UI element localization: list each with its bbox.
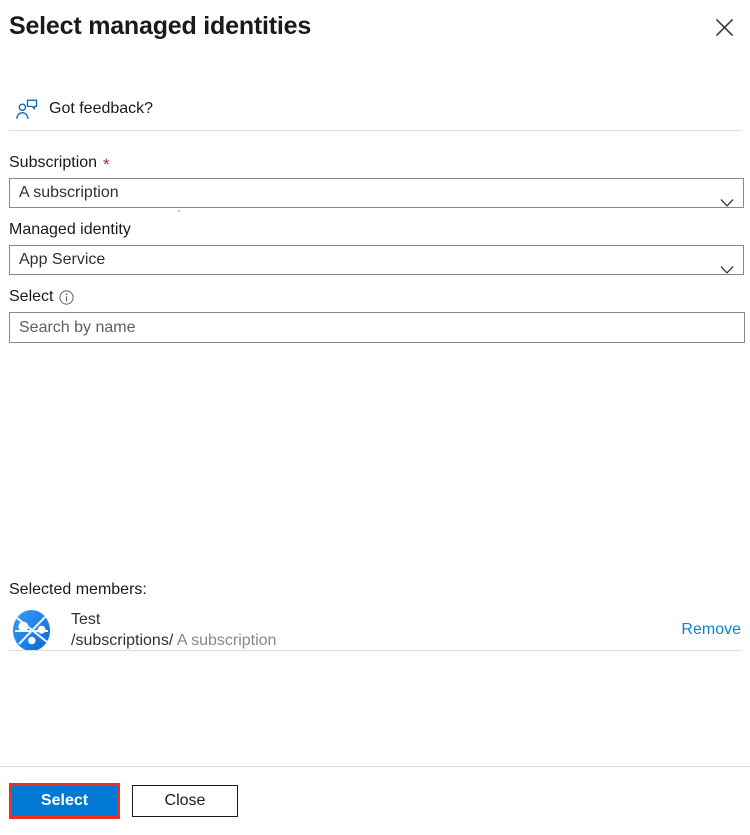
app-service-icon <box>9 608 54 653</box>
search-input[interactable] <box>9 312 745 343</box>
feedback-label: Got feedback? <box>49 100 154 117</box>
managed-identity-field-group: Managed identity App Service <box>0 219 750 275</box>
selected-members-heading: Selected members: <box>9 581 147 598</box>
select-field-group: Select <box>0 286 750 343</box>
header-divider <box>9 130 742 131</box>
page-title: Select managed identities <box>9 12 312 40</box>
chevron-down-icon <box>720 189 734 207</box>
select-button[interactable]: Select <box>12 786 117 816</box>
member-scope: /subscriptions/ A subscription <box>71 630 276 651</box>
member-subscription: A subscription <box>176 632 277 649</box>
subscription-label-text: Subscription <box>9 154 98 171</box>
subscription-dropdown[interactable]: A subscription <box>9 178 744 208</box>
feedback-bar: Got feedback? <box>0 88 750 130</box>
managed-identity-dropdown[interactable]: App Service <box>9 245 744 275</box>
managed-identity-label-text: Managed identity <box>9 221 131 238</box>
chevron-down-icon <box>720 256 734 274</box>
close-button[interactable]: Close <box>132 785 238 817</box>
required-asterisk: * <box>103 154 110 174</box>
member-path: /subscriptions/ <box>71 632 174 649</box>
dialog-footer: Select Close <box>0 767 750 835</box>
list-item: Test /subscriptions/ A subscription Remo… <box>0 606 750 654</box>
select-button-highlight: Select <box>9 783 120 819</box>
dialog-header: Select managed identities <box>0 0 750 70</box>
managed-identity-label: Managed identity <box>9 219 741 241</box>
member-name: Test <box>71 611 101 628</box>
got-feedback-button[interactable]: Got feedback? <box>16 99 153 120</box>
render-artifact-dot <box>178 210 180 212</box>
subscription-label: Subscription * <box>9 152 741 174</box>
close-icon <box>715 18 734 37</box>
member-text: Test /subscriptions/ A subscription <box>71 609 276 651</box>
select-label: Select <box>9 286 741 308</box>
member-divider <box>9 650 742 651</box>
feedback-person-icon <box>16 99 38 120</box>
managed-identity-value: App Service <box>19 251 106 268</box>
close-dialog-button[interactable] <box>707 10 741 44</box>
remove-member-button[interactable]: Remove <box>681 620 741 640</box>
selected-members-section: Selected members: Test /subscriptions/ A… <box>0 580 750 654</box>
subscription-field-group: Subscription * A subscription <box>0 152 750 208</box>
select-label-text: Select <box>9 288 54 305</box>
info-circle-icon[interactable] <box>59 289 75 305</box>
subscription-value: A subscription <box>19 184 119 201</box>
form-area: Subscription * A subscription Managed id… <box>0 152 750 354</box>
